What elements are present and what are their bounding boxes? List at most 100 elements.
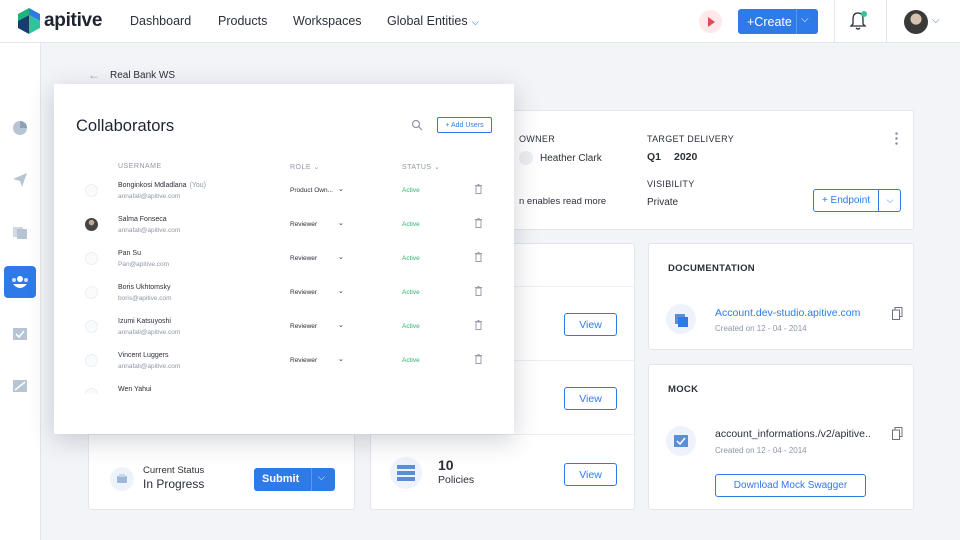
sidebar bbox=[0, 43, 41, 540]
add-users-button[interactable]: + Add Users bbox=[437, 117, 492, 133]
trash-icon[interactable] bbox=[475, 354, 482, 364]
sidebar-item-tasks[interactable] bbox=[4, 318, 36, 350]
back-arrow-icon[interactable]: ← bbox=[88, 68, 100, 82]
status-text: Active bbox=[402, 357, 420, 364]
documentation-link[interactable]: Account.dev-studio.apitive.com bbox=[715, 307, 860, 319]
table-row: Boris Ukhtomsky boris@apitive.com Review… bbox=[54, 276, 514, 310]
copy-icon[interactable] bbox=[892, 427, 903, 440]
username: Pan Su bbox=[118, 250, 141, 257]
username: Boris Ukhtomsky bbox=[118, 284, 171, 291]
current-status-value: In Progress bbox=[143, 477, 205, 491]
view-button[interactable]: View bbox=[564, 313, 617, 336]
sidebar-item-send[interactable] bbox=[4, 164, 36, 196]
trash-icon[interactable] bbox=[475, 218, 482, 228]
nav-products[interactable]: Products bbox=[218, 14, 267, 28]
visibility-value: Private bbox=[647, 197, 679, 208]
policies-icon bbox=[390, 457, 422, 489]
breadcrumb-workspace[interactable]: Real Bank WS bbox=[110, 70, 175, 81]
row-checkbox[interactable] bbox=[85, 354, 98, 367]
chevron-down-icon[interactable]: ⌄ bbox=[338, 321, 344, 329]
play-tour-button[interactable] bbox=[699, 10, 722, 33]
column-header-status[interactable]: STATUS ⌄ bbox=[402, 163, 440, 171]
chevron-down-icon[interactable]: ⌵ bbox=[932, 15, 940, 26]
send-icon bbox=[13, 173, 27, 187]
chevron-down-icon[interactable]: ⌵ bbox=[801, 14, 809, 25]
sidebar-item-analytics[interactable] bbox=[4, 112, 36, 144]
create-button[interactable]: +Create ⌵ bbox=[738, 9, 818, 34]
mock-link[interactable]: account_informations./v2/apitive.. bbox=[715, 428, 871, 440]
sidebar-item-layers[interactable] bbox=[4, 216, 36, 248]
sidebar-item-reports[interactable] bbox=[4, 370, 36, 402]
nav-workspaces[interactable]: Workspaces bbox=[293, 14, 362, 28]
download-mock-swagger-button[interactable]: Download Mock Swagger bbox=[715, 474, 866, 497]
chevron-down-icon: ⌵ bbox=[471, 17, 480, 28]
chevron-down-icon[interactable]: ⌵ bbox=[318, 472, 325, 483]
column-header-role-label: ROLE bbox=[290, 164, 312, 171]
chevron-down-icon[interactable]: ⌄ bbox=[338, 287, 344, 295]
nav-global-entities[interactable]: Global Entities ⌵ bbox=[387, 14, 479, 28]
username: Vincent Luggers bbox=[118, 352, 169, 359]
row-checkbox[interactable] bbox=[85, 184, 98, 197]
user-email: Pan@apitive.com bbox=[118, 261, 170, 268]
chevron-down-icon[interactable]: ⌵ bbox=[879, 190, 901, 211]
mock-file-icon bbox=[666, 426, 696, 456]
status-text: Active bbox=[402, 323, 420, 330]
trash-icon[interactable] bbox=[475, 184, 482, 194]
column-header-username[interactable]: USERNAME bbox=[118, 163, 162, 170]
apitive-logo[interactable]: apitive bbox=[18, 8, 102, 34]
row-checkbox[interactable] bbox=[85, 320, 98, 333]
submit-label: Submit bbox=[262, 473, 300, 485]
trash-icon[interactable] bbox=[475, 252, 482, 262]
trash-icon[interactable] bbox=[475, 320, 482, 330]
read-more-link[interactable]: read more bbox=[563, 196, 606, 207]
collaborators-modal: Collaborators + Add Users USERNAME ROLE … bbox=[54, 84, 514, 434]
documentation-title: DOCUMENTATION bbox=[668, 263, 755, 274]
user-avatar[interactable] bbox=[904, 10, 928, 34]
chevron-down-icon[interactable]: ⌄ bbox=[338, 219, 344, 227]
role-select[interactable]: Reviewer bbox=[290, 221, 317, 228]
sidebar-item-collaborators[interactable] bbox=[4, 266, 36, 298]
notification-dot bbox=[861, 11, 867, 17]
user-email: annafali@apitive.com bbox=[118, 363, 181, 370]
table-row: Vincent Luggers annafali@apitive.com Rev… bbox=[54, 344, 514, 378]
search-icon[interactable] bbox=[411, 119, 423, 131]
row-checkbox[interactable] bbox=[85, 286, 98, 299]
mock-created: Created on 12 - 04 - 2014 bbox=[715, 446, 807, 455]
copy-icon[interactable] bbox=[892, 307, 903, 320]
row-checkbox[interactable] bbox=[85, 252, 98, 265]
more-options-icon[interactable] bbox=[895, 131, 898, 145]
role-select[interactable]: Reviewer bbox=[290, 255, 317, 262]
username: Wen Yahui bbox=[118, 386, 152, 393]
owner-avatar bbox=[519, 151, 533, 165]
username-text: Bonginkosi Mdladlana bbox=[118, 182, 187, 189]
row-checkbox[interactable] bbox=[85, 388, 98, 394]
owner-name: Heather Clark bbox=[540, 153, 602, 164]
trash-icon[interactable] bbox=[475, 286, 482, 296]
status-icon bbox=[110, 467, 134, 491]
submit-button[interactable]: Submit ⌵ bbox=[254, 468, 335, 491]
column-header-role[interactable]: ROLE ⌄ bbox=[290, 163, 320, 171]
role-select[interactable]: Reviewer bbox=[290, 357, 317, 364]
chevron-down-icon[interactable]: ⌄ bbox=[338, 185, 344, 193]
submit-separator bbox=[311, 468, 312, 491]
card-divider bbox=[89, 434, 356, 435]
modal-title: Collaborators bbox=[76, 117, 175, 135]
view-button[interactable]: View bbox=[564, 463, 617, 486]
description-text: n enables read more bbox=[519, 196, 606, 207]
role-select[interactable]: Reviewer bbox=[290, 323, 317, 330]
breadcrumb[interactable]: ← Real Bank WS bbox=[88, 68, 175, 82]
mock-card: MOCK account_informations./v2/apitive.. … bbox=[648, 364, 914, 510]
role-select[interactable]: Reviewer bbox=[290, 289, 317, 296]
mock-title: MOCK bbox=[668, 384, 699, 395]
chevron-down-icon[interactable]: ⌄ bbox=[338, 355, 344, 363]
visibility-label: VISIBILITY bbox=[647, 179, 695, 189]
description-tail: n enables bbox=[519, 196, 561, 207]
chevron-down-icon[interactable]: ⌄ bbox=[338, 253, 344, 261]
user-email: annafali@apitive.com bbox=[118, 329, 181, 336]
view-button[interactable]: View bbox=[564, 387, 617, 410]
add-endpoint-button[interactable]: + Endpoint bbox=[814, 190, 878, 211]
table-row: Salma Fonseca annafali@apitive.com Revie… bbox=[54, 208, 514, 242]
nav-dashboard[interactable]: Dashboard bbox=[130, 14, 191, 28]
role-select[interactable]: Product Own... bbox=[290, 187, 333, 194]
endpoint-button-group: + Endpoint ⌵ bbox=[813, 189, 901, 212]
